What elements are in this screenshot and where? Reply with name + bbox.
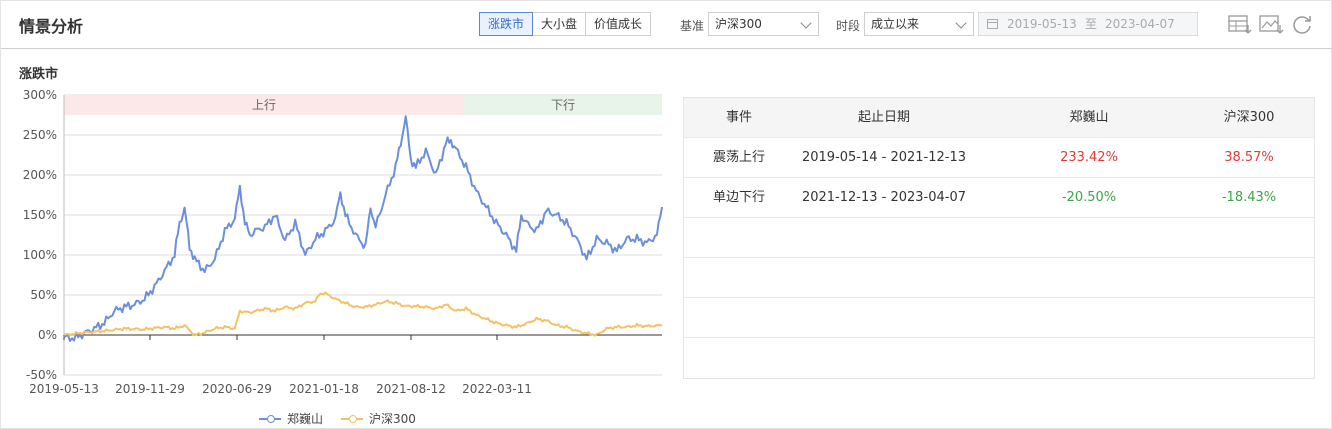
legend-label: 沪深300 <box>369 412 416 426</box>
y-tick-label: 50% <box>30 288 57 302</box>
x-tick-label: 2021-01-18 <box>289 382 359 396</box>
date-start: 2019-05-13 <box>1007 17 1077 31</box>
legend-item-fund[interactable]: 郑巍山 <box>259 410 323 427</box>
legend-label: 郑巍山 <box>287 412 324 426</box>
table-empty-row <box>684 258 1314 298</box>
chevron-down-icon <box>800 17 812 29</box>
table-empty-row <box>684 218 1314 258</box>
header-event: 事件 <box>725 110 752 125</box>
x-tick-label: 2019-11-29 <box>115 382 185 396</box>
row-fund-return: 233.42% <box>1060 150 1118 165</box>
period-select[interactable]: 成立以来 <box>864 12 974 36</box>
benchmark-value: 沪深300 <box>715 17 762 31</box>
header-date-range: 起止日期 <box>857 110 910 125</box>
regime-label: 上行 <box>252 98 276 112</box>
scenario-line-chart: 上行 下行 300% 250% 200% 150% 100% 50% 0% -50% 2019-… <box>23 88 663 396</box>
legend-item-benchmark[interactable]: 沪深300 <box>341 410 416 427</box>
legend-swatch <box>259 414 281 423</box>
date-end: 2023-04-07 <box>1105 17 1175 31</box>
x-tick-label: 2021-08-12 <box>376 382 446 396</box>
y-tick-label: 300% <box>23 88 57 102</box>
header-benchmark: 沪深300 <box>1223 110 1275 125</box>
date-range-picker[interactable]: 2019-05-13 至 2023-04-07 <box>978 12 1198 36</box>
row-event: 震荡上行 <box>712 150 765 165</box>
scenario-analysis-panel: 情景分析 涨跌市 大小盘 价值成长 基准 沪深300 时段 成立以来 2019-… <box>0 0 1332 429</box>
x-tick-label: 2019-05-13 <box>29 382 99 396</box>
table-row: 震荡上行 2019-05-14 - 2021-12-13 233.42% 38.… <box>684 138 1314 178</box>
period-label: 时段 <box>836 19 861 33</box>
tab-cap-size[interactable]: 大小盘 <box>532 12 587 36</box>
table-row: 单边下行 2021-12-13 - 2023-04-07 -20.50% -18… <box>684 178 1314 218</box>
chevron-down-icon <box>955 17 967 29</box>
benchmark-select[interactable]: 沪深300 <box>708 12 819 36</box>
table-empty-row <box>684 298 1314 338</box>
table-header-row: 事件 起止日期 郑巍山 沪深300 <box>684 98 1314 138</box>
tab-value-growth[interactable]: 价值成长 <box>585 12 652 36</box>
y-tick-label: 200% <box>23 168 57 182</box>
row-date-range: 2019-05-14 - 2021-12-13 <box>801 150 967 165</box>
y-tick-label: 150% <box>23 208 57 222</box>
row-date-range: 2021-12-13 - 2023-04-07 <box>801 190 967 205</box>
y-tick-label: -50% <box>26 368 57 382</box>
calendar-icon <box>987 19 998 29</box>
image-download-icon[interactable] <box>1258 12 1284 36</box>
section-title: 涨跌市 <box>19 67 59 82</box>
benchmark-label: 基准 <box>680 19 705 33</box>
row-benchmark-return: -18.43% <box>1221 190 1277 205</box>
x-tick-label: 2022-03-11 <box>462 382 532 396</box>
y-tick-label: 250% <box>23 128 57 142</box>
scenario-segmented-control: 涨跌市 大小盘 价值成长 <box>479 12 652 36</box>
panel-title: 情景分析 <box>19 17 84 36</box>
date-separator: 至 <box>1085 17 1098 31</box>
tab-up-down-market[interactable]: 涨跌市 <box>479 12 534 36</box>
x-tick-label: 2020-06-29 <box>202 382 272 396</box>
scenario-stats-table: 事件 起止日期 郑巍山 沪深300 震荡上行 2019-05-14 - 2021… <box>683 97 1315 379</box>
regime-label: 下行 <box>551 98 575 112</box>
row-benchmark-return: 38.57% <box>1224 150 1274 165</box>
table-download-icon[interactable] <box>1227 12 1253 36</box>
period-value: 成立以来 <box>871 17 920 31</box>
row-fund-return: -20.50% <box>1061 190 1117 205</box>
series-line-benchmark <box>63 291 663 337</box>
header-fund: 郑巍山 <box>1069 110 1109 125</box>
y-tick-label: 0% <box>38 328 57 342</box>
panel-header: 情景分析 涨跌市 大小盘 价值成长 基准 沪深300 时段 成立以来 2019-… <box>1 1 1332 49</box>
row-event: 单边下行 <box>712 190 765 205</box>
legend-swatch <box>341 414 363 423</box>
y-tick-label: 100% <box>23 248 57 262</box>
refresh-icon[interactable] <box>1289 12 1315 36</box>
